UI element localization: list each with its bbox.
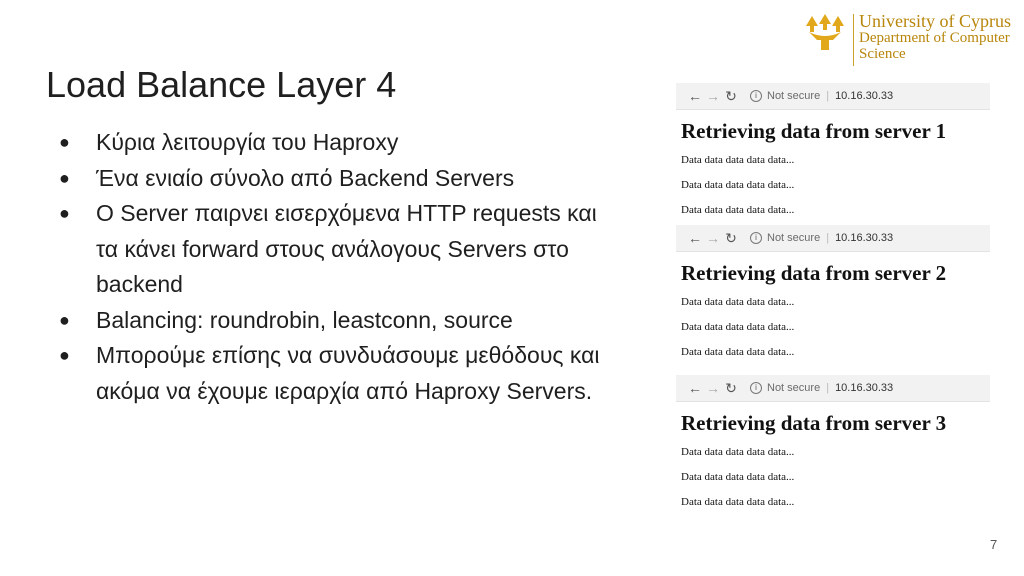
bullet-item: ● Ένα ενιαίο σύνολο από Backend Servers (56, 161, 666, 197)
data-line: Data data data data data... (681, 346, 795, 358)
bullet-list: ● Κύρια λειτουργία του Haproxy ● Ένα ενιαίο… (56, 125, 666, 409)
bullet-text: Μπορούμε επίσης να συνδυάσουμε μεθόδους … (96, 342, 600, 368)
server-heading: Retrieving data from server 1 (681, 119, 947, 143)
bullet-dot-icon: ● (59, 167, 70, 188)
address-separator: | (826, 232, 830, 244)
bullet-item-continuation: backend (56, 267, 666, 303)
url-text: 10.16.30.33 (835, 90, 894, 102)
bullet-text: Κύρια λειτουργία του Haproxy (96, 129, 399, 155)
url-text: 10.16.30.33 (835, 232, 894, 244)
bullet-text: O Server παιρνει εισερχόμενα HTTP reques… (96, 200, 597, 226)
bullet-item: ● O Server παιρνει εισερχόμενα HTTP reque… (56, 196, 666, 232)
bullet-item-continuation: τα κάνει forward στους ανάλογους Servers… (56, 232, 666, 268)
logo-department-line-2: Science (859, 45, 906, 62)
logo-department-line: Department of Computer (859, 29, 1010, 46)
bullet-text: τα κάνει forward στους ανάλογους Servers… (96, 235, 569, 262)
bullet-text: ακόμα να έχουμε ιεραρχία από Haproxy Ser… (96, 377, 593, 404)
server-heading: Retrieving data from server 2 (681, 261, 947, 285)
not-secure-label: Not secure (767, 382, 821, 394)
back-arrow-icon: ← (688, 88, 702, 104)
info-icon: i (750, 232, 762, 244)
bullet-dot-icon: ● (59, 309, 70, 330)
data-line: Data data data data data... (681, 154, 795, 166)
not-secure-label: Not secure (767, 232, 821, 244)
bullet-text: backend (96, 271, 183, 297)
reload-icon: ↻ (725, 229, 737, 246)
logo-university-name: University of Cyprus (859, 11, 1011, 31)
university-logo: University of Cyprus Department of Compu… (803, 10, 1013, 72)
address-separator: | (826, 90, 830, 102)
cyprus-tree-icon (806, 14, 844, 50)
bullet-text: Balancing: roundrobin, leastconn, source (96, 306, 513, 333)
server-heading: Retrieving data from server 3 (681, 411, 947, 435)
logo-divider (853, 14, 854, 66)
forward-arrow-icon: → (706, 380, 720, 396)
url-text: 10.16.30.33 (835, 382, 894, 394)
data-line: Data data data data data... (681, 179, 795, 191)
data-line: Data data data data data... (681, 471, 795, 483)
browser-screenshot: ← → ↻ i Not secure | 10.16.30.33 Retrieving dat… (676, 225, 990, 371)
bullet-dot-icon: ● (59, 132, 70, 152)
bullet-item: ● Κύρια λειτουργία του Haproxy (56, 125, 666, 161)
browser-screenshot: ← → ↻ i Not secure | 10.16.30.33 Retrieving dat… (676, 375, 990, 521)
bullet-dot-icon: ● (59, 345, 70, 365)
reload-icon: ↻ (725, 379, 737, 396)
bullet-item: ● Μπορούμε επίσης να συνδυάσουμε μεθόδους… (56, 338, 666, 374)
bullet-item: ● Balancing: roundrobin, leastconn, sourc… (56, 303, 666, 339)
address-bar: ← → ↻ i Not secure | 10.16.30.33 (676, 83, 990, 110)
back-arrow-icon: ← (688, 230, 702, 246)
address-bar: ← → ↻ i Not secure | 10.16.30.33 (676, 225, 990, 252)
data-line: Data data data data data... (681, 446, 795, 458)
address-separator: | (826, 382, 830, 394)
page-number: 7 (990, 537, 998, 552)
address-bar: ← → ↻ i Not secure | 10.16.30.33 (676, 375, 990, 402)
bullet-dot-icon: ● (59, 203, 70, 223)
data-line: Data data data data data... (681, 321, 795, 333)
bullet-item-continuation: ακόμα να έχουμε ιεραρχία από Haproxy Ser… (56, 374, 666, 410)
info-icon: i (750, 90, 762, 102)
back-arrow-icon: ← (688, 380, 702, 396)
info-icon: i (750, 382, 762, 394)
slide-title: Load Balance Layer 4 (46, 64, 397, 105)
forward-arrow-icon: → (706, 230, 720, 246)
data-line: Data data data data data... (681, 296, 795, 308)
browser-screenshot: ← → ↻ i Not secure | 10.16.30.33 Retrieving dat… (676, 83, 990, 229)
reload-icon: ↻ (725, 87, 737, 104)
forward-arrow-icon: → (706, 88, 720, 104)
data-line: Data data data data data... (681, 496, 795, 508)
not-secure-label: Not secure (767, 90, 821, 102)
logo-text: University of Cyprus Department of Compu… (859, 12, 1011, 62)
bullet-text: Ένα ενιαίο σύνολο από Backend Servers (96, 164, 515, 191)
